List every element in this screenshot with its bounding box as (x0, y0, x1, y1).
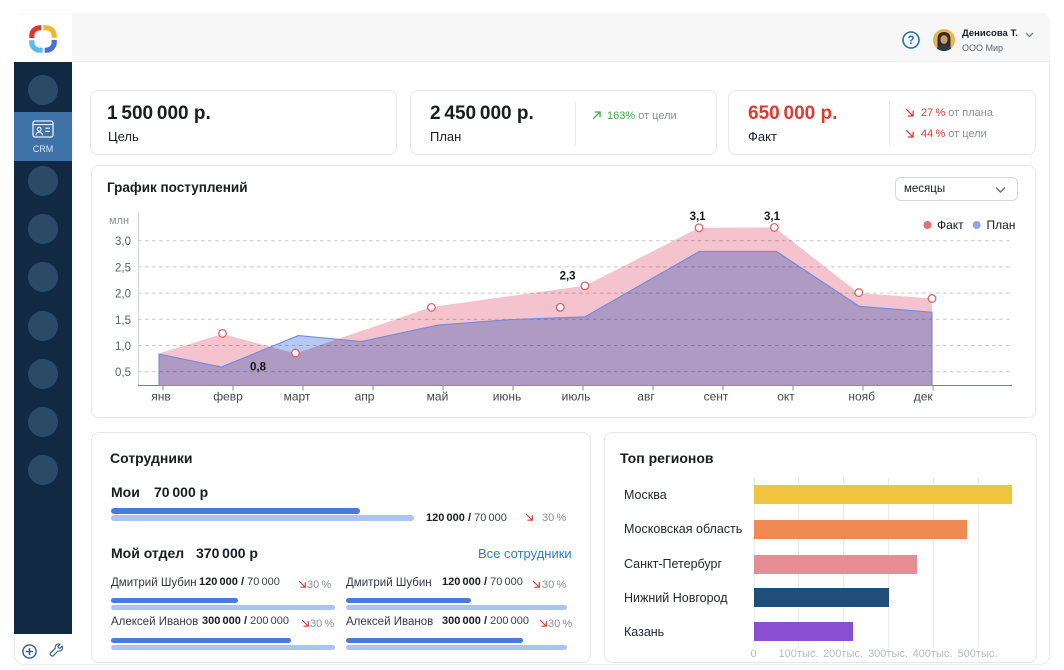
svg-text:июль: июль (562, 390, 591, 404)
svg-text:май: май (427, 390, 449, 404)
svg-text:февр: февр (213, 390, 243, 404)
svg-text:0,5: 0,5 (115, 367, 131, 379)
svg-text:март: март (284, 390, 311, 404)
svg-text:3,0: 3,0 (115, 236, 131, 248)
svg-text:?: ? (907, 35, 914, 47)
svg-text:2,3: 2,3 (560, 271, 576, 283)
svg-text:июнь: июнь (493, 390, 522, 404)
svg-text:3,1: 3,1 (764, 211, 781, 223)
svg-text:2,0: 2,0 (115, 289, 131, 301)
svg-text:План: План (987, 218, 1016, 232)
svg-text:авг: авг (637, 390, 655, 404)
svg-text:2,5: 2,5 (115, 262, 131, 274)
svg-text:окт: окт (777, 390, 795, 404)
svg-text:янв: янв (151, 390, 171, 404)
svg-text:Факт: Факт (937, 218, 964, 232)
svg-text:млн: млн (109, 215, 129, 227)
svg-text:сент: сент (704, 390, 729, 404)
svg-text:нояб: нояб (848, 390, 875, 404)
svg-text:1,5: 1,5 (115, 315, 131, 327)
svg-text:1,0: 1,0 (115, 341, 131, 353)
svg-text:апр: апр (355, 390, 375, 404)
svg-text:3,1: 3,1 (690, 211, 707, 223)
svg-text:0,8: 0,8 (250, 361, 267, 373)
svg-text:дек: дек (914, 390, 934, 404)
